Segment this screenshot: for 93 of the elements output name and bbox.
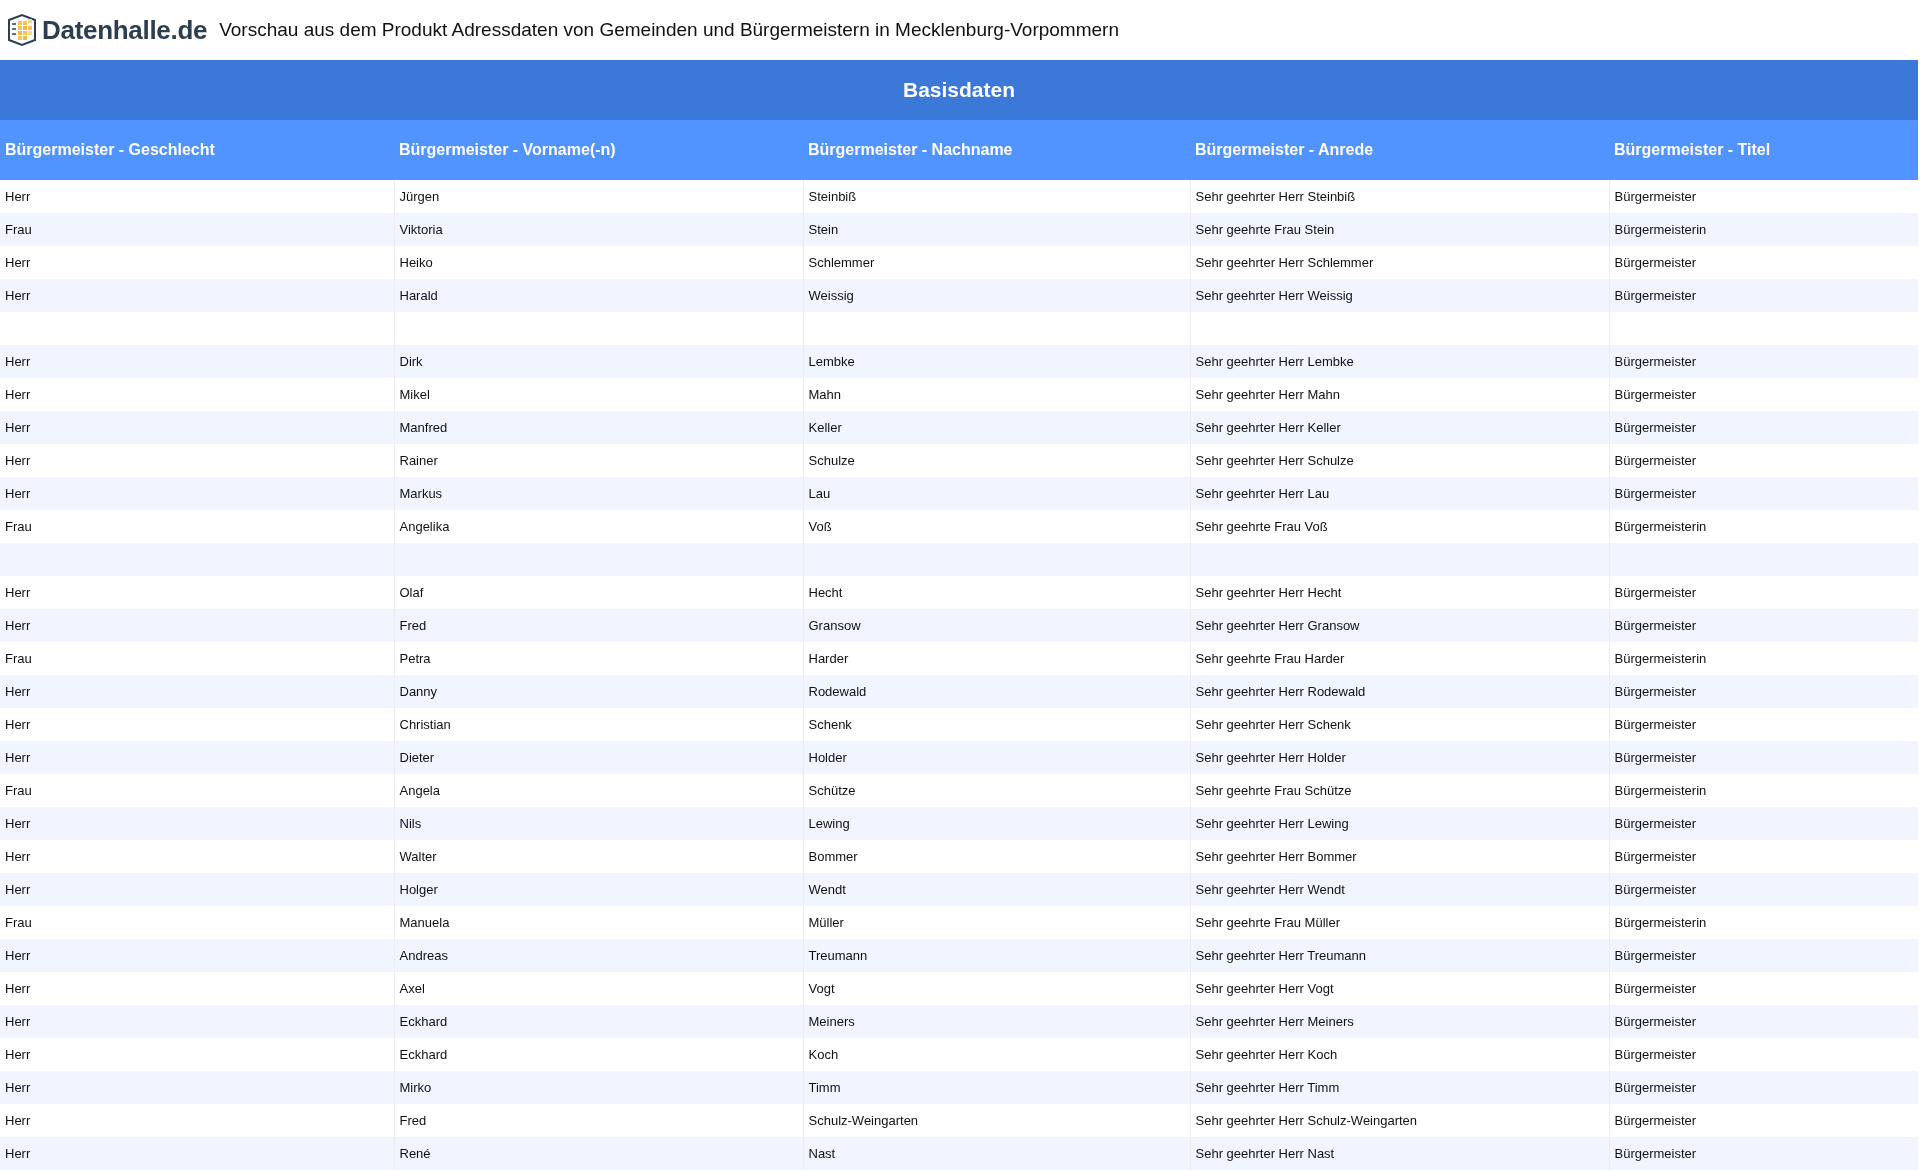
table-cell: Herr [0,1038,394,1071]
table-cell: Sehr geehrter Herr Timm [1190,1071,1609,1104]
table-cell: Frau [0,774,394,807]
table-cell: Bürgermeister [1609,345,1918,378]
table-cell: Herr [0,708,394,741]
table-cell: Eckhard [394,1005,803,1038]
table-cell: Sehr geehrter Herr Lau [1190,477,1609,510]
page-title: Vorschau aus dem Produkt Adressdaten von Gemeinden und Bürgermeistern in Mecklenburg-Vorpommern [219,19,1119,41]
table-cell: Harald [394,279,803,312]
table-cell: Herr [0,378,394,411]
table-cell: Keller [803,411,1190,444]
table-cell: Holder [803,741,1190,774]
table-cell: René [394,1137,803,1170]
table-cell: Herr [0,840,394,873]
table-cell: Herr [0,939,394,972]
column-header: Bürgermeister - Anrede [1190,120,1609,180]
table-cell: Sehr geehrter Herr Treumann [1190,939,1609,972]
table-cell: Bürgermeister [1609,1137,1918,1170]
table-cell: Meiners [803,1005,1190,1038]
table-cell: Herr [0,807,394,840]
table-cell: Stein [803,213,1190,246]
table-cell: Timm [803,1071,1190,1104]
table-cell: Herr [0,411,394,444]
table-cell: Sehr geehrter Herr Lembke [1190,345,1609,378]
table-cell: Andreas [394,939,803,972]
table-cell: Herr [0,345,394,378]
table-cell: Herr [0,873,394,906]
table-cell: Danny [394,675,803,708]
table-cell: Bürgermeister [1609,477,1918,510]
column-header: Bürgermeister - Geschlecht [0,120,394,180]
table-cell: Herr [0,576,394,609]
table-cell: Nast [803,1137,1190,1170]
table-cell: Herr [0,675,394,708]
table-cell: Herr [0,741,394,774]
table-cell: Lewing [803,807,1190,840]
table-cell: Herr [0,477,394,510]
table-cell: Frau [0,510,394,543]
table-cell: Bürgermeister [1609,741,1918,774]
table-cell: Sehr geehrte Frau Stein [1190,213,1609,246]
table-cell: Bürgermeister [1609,675,1918,708]
table-cell: Bürgermeister [1609,609,1918,642]
table-cell: Herr [0,180,394,213]
table-cell: Herr [0,972,394,1005]
table-cell: Frau [0,642,394,675]
table-cell: Frau [0,906,394,939]
table-cell: Bürgermeister [1609,939,1918,972]
table-cell: Sehr geehrter Herr Gransow [1190,609,1609,642]
table-cell: Sehr geehrter Herr Keller [1190,411,1609,444]
table-cell: Herr [0,1104,394,1137]
table-cell: Herr [0,444,394,477]
table-cell: Herr [0,246,394,279]
column-header: Bürgermeister - Vorname(-n) [394,120,803,180]
column-header: Bürgermeister - Nachname [803,120,1190,180]
table-cell: Markus [394,477,803,510]
table-cell: Frau [0,213,394,246]
table-cell: Mirko [394,1071,803,1104]
table-cell: Herr [0,1137,394,1170]
table-cell: Herr [0,1071,394,1104]
table-cell: Sehr geehrter Herr Holder [1190,741,1609,774]
table-cell: Bürgermeister [1609,807,1918,840]
table-cell: Gransow [803,609,1190,642]
table-cell: Herr [0,609,394,642]
table-cell: Weissig [803,279,1190,312]
table-cell: Sehr geehrter Herr Lewing [1190,807,1609,840]
table-cell: Bürgermeister [1609,279,1918,312]
table-cell: Manfred [394,411,803,444]
table-cell: Bürgermeisterin [1609,213,1918,246]
table-cell: Herr [0,279,394,312]
table-cell: Herr [0,1005,394,1038]
table-cell: Dirk [394,345,803,378]
table-cell: Nils [394,807,803,840]
section-header: Basisdaten [0,60,1918,120]
table-cell: Fred [394,609,803,642]
table-cell: Sehr geehrter Herr Meiners [1190,1005,1609,1038]
table-cell: Lau [803,477,1190,510]
table-cell: Holger [394,873,803,906]
table-cell: Lembke [803,345,1190,378]
table-cell: Bürgermeister [1609,411,1918,444]
logo-icon [6,13,38,47]
table-cell: Treumann [803,939,1190,972]
table-cell: Viktoria [394,213,803,246]
table-cell: Bürgermeister [1609,1005,1918,1038]
column-header: Bürgermeister - Titel [1609,120,1918,180]
table-cell: Wendt [803,873,1190,906]
table-cell: Sehr geehrter Herr Nast [1190,1137,1609,1170]
table-cell: Sehr geehrter Herr Rodewald [1190,675,1609,708]
logo-text[interactable]: Datenhalle.de [42,14,208,46]
table-cell: Bürgermeister [1609,1071,1918,1104]
table-cell: Sehr geehrter Herr Weissig [1190,279,1609,312]
table-cell: Bürgermeister [1609,873,1918,906]
table-cell: Rodewald [803,675,1190,708]
table-cell: Sehr geehrter Herr Wendt [1190,873,1609,906]
table-cell: Dieter [394,741,803,774]
